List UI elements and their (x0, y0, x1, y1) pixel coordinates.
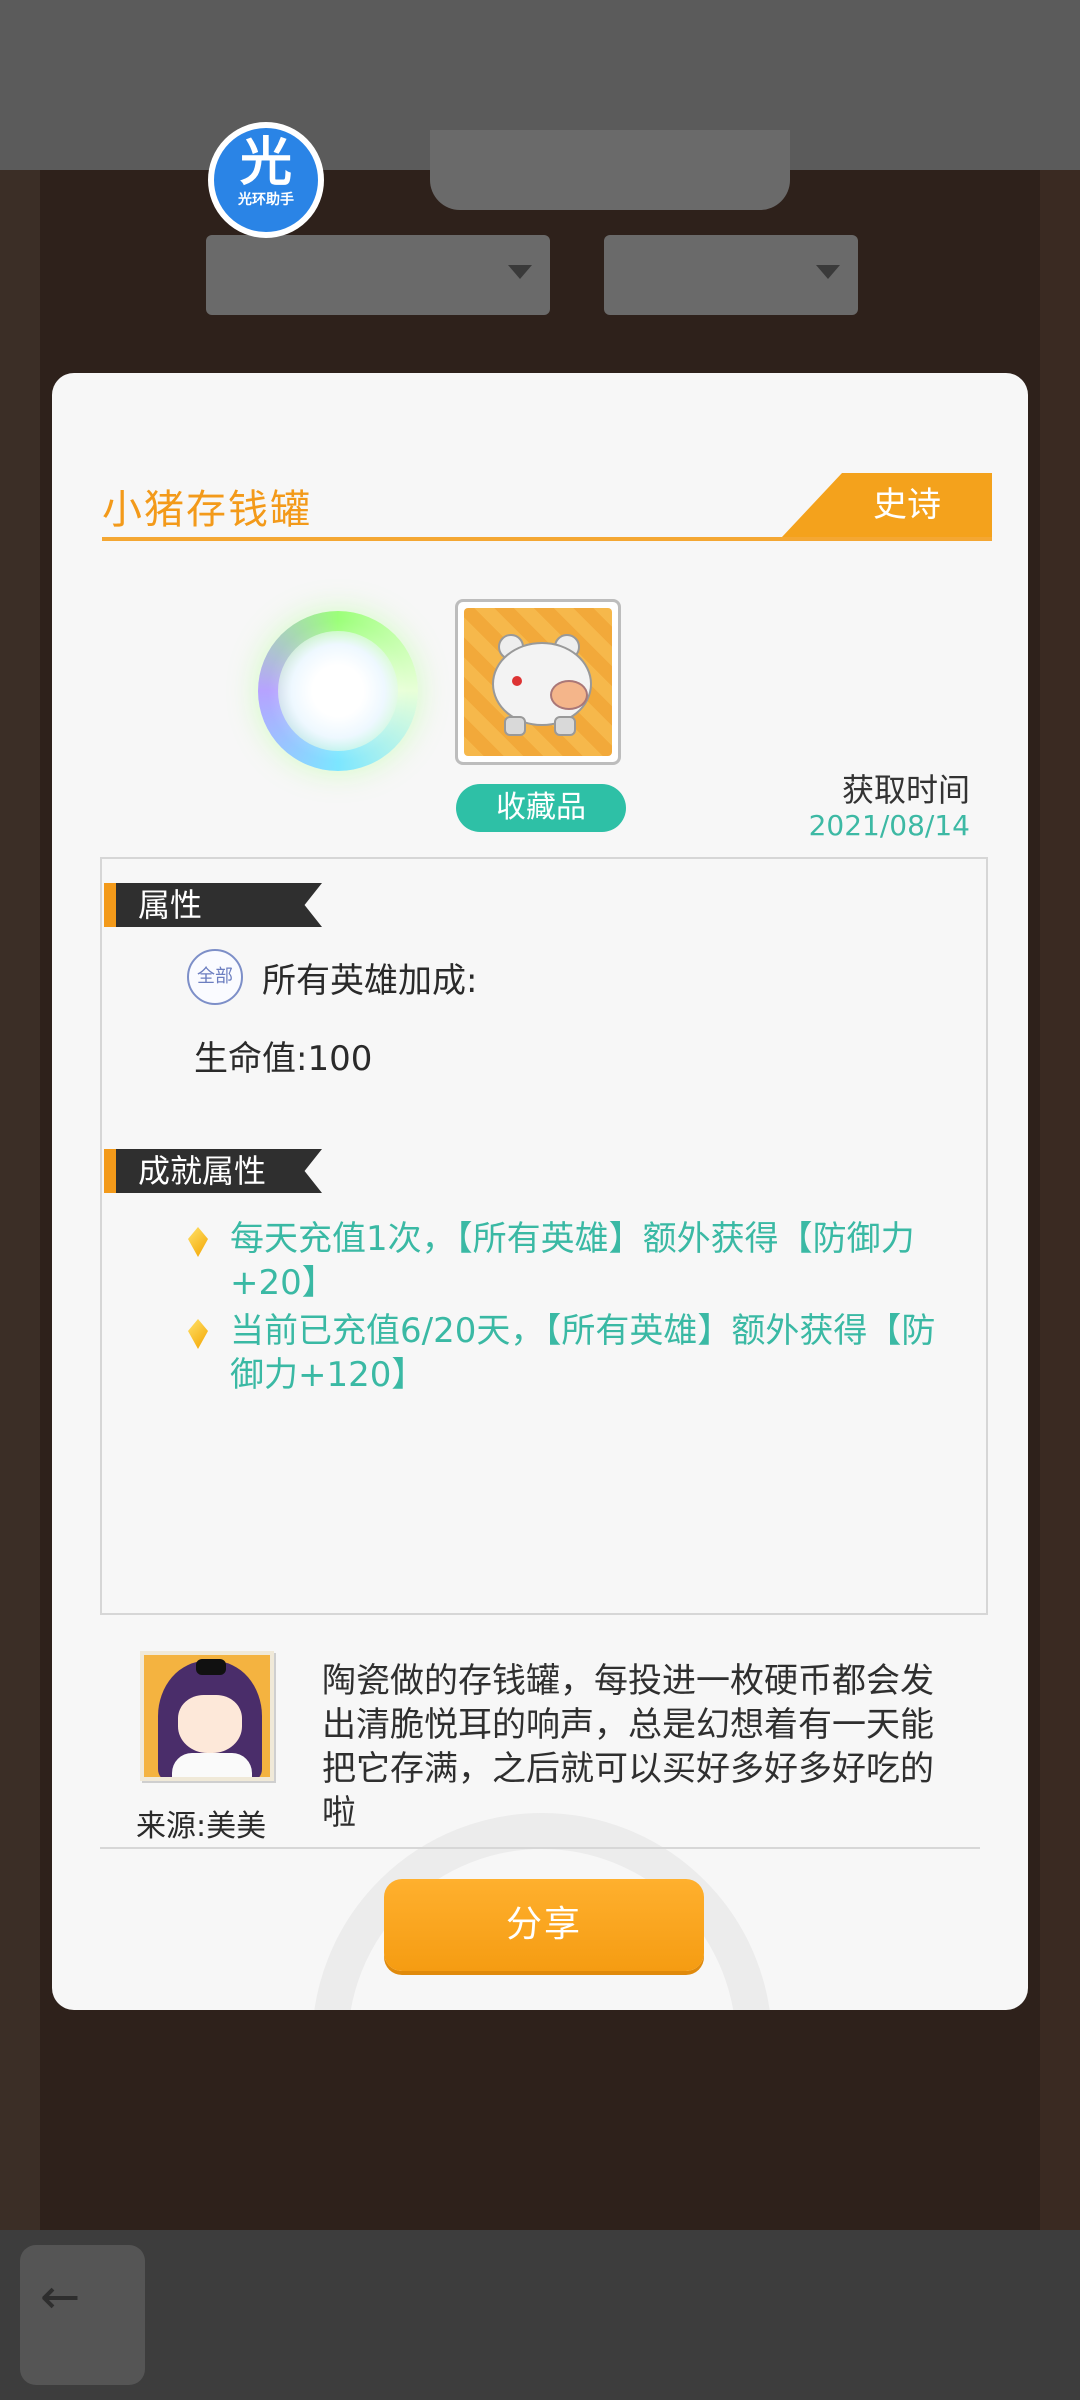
source-label: 来源:美美 (136, 1809, 267, 1844)
all-heroes-badge: 全部 (187, 949, 243, 1005)
achievement-text: 当前已充值6/20天，【所有英雄】额外获得【防御力+120】 (230, 1311, 936, 1395)
attributes-panel: 属性 全部 所有英雄加成: 生命值:100 成就属性 每天充值1次，【所有英雄】… (100, 857, 988, 1615)
section-header-achievements: 成就属性 (104, 1149, 322, 1193)
background-back-button: ← (20, 2245, 145, 2385)
achievement-item: 每天充值1次，【所有英雄】额外获得【防御力+20】 (188, 1217, 968, 1305)
obtain-time-date: 2021/08/14 (808, 809, 970, 842)
section-header-attributes: 属性 (104, 883, 322, 927)
item-detail-dialog: 小猪存钱罐 史诗 收藏品 获取时间 2021/08/14 属性 全部 所有英雄加… (52, 373, 1028, 2010)
obtain-time-label: 获取时间 (841, 771, 970, 809)
background-filter-dropdown-1 (206, 235, 550, 315)
back-arrow-icon: ← (40, 2269, 81, 2325)
item-icon-frame (455, 599, 621, 765)
item-description: 陶瓷做的存钱罐，每投进一枚硬币都会发出清脆悦耳的响声，总是幻想着有一天能把它存满… (322, 1661, 934, 1833)
background-filter-dropdown-2 (604, 235, 858, 315)
source-character-portrait (140, 1651, 274, 1781)
achievement-item: 当前已充值6/20天，【所有英雄】额外获得【防御力+120】 (188, 1309, 968, 1397)
hero-bonus-label: 所有英雄加成: (262, 961, 478, 1001)
share-button[interactable]: 分享 (384, 1879, 704, 1971)
piggy-bank-icon (464, 608, 612, 756)
badge-label: 光环助手 (238, 192, 294, 208)
title-underline (102, 537, 992, 541)
glowing-ring-effect-icon (258, 611, 418, 771)
background-tab (430, 130, 790, 210)
badge-glyph: 光 (239, 133, 292, 193)
achievement-text: 每天充值1次，【所有英雄】额外获得【防御力+20】 (230, 1219, 915, 1303)
stat-hp: 生命值:100 (194, 1039, 373, 1079)
background-bottom-bar (0, 2230, 1080, 2400)
item-name: 小猪存钱罐 (102, 487, 312, 533)
item-title-row: 小猪存钱罐 史诗 (102, 473, 992, 543)
divider (100, 1847, 980, 1849)
guanghuan-assistant-floating-badge[interactable]: 光 光环助手 (208, 122, 324, 238)
background-left-strip (0, 170, 40, 2230)
gem-bullet-icon (188, 1319, 208, 1349)
category-badge: 收藏品 (456, 784, 626, 832)
gem-bullet-icon (188, 1227, 208, 1257)
rarity-tag: 史诗 (782, 473, 992, 537)
